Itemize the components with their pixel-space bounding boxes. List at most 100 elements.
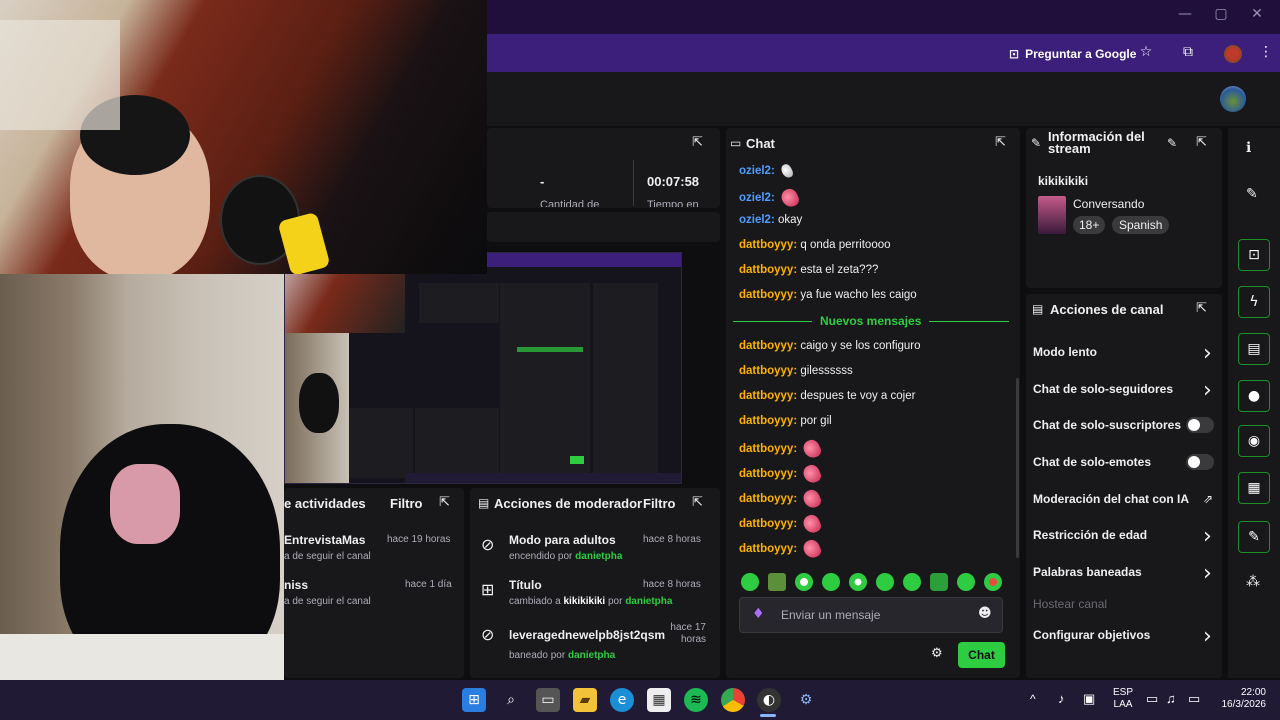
chevron-up-icon[interactable]: ^ xyxy=(1030,692,1036,706)
profile-avatar[interactable] xyxy=(1224,45,1242,63)
chat-emote[interactable] xyxy=(801,537,824,561)
channel-action-label[interactable]: Restricción de edad xyxy=(1033,528,1147,542)
toggle-switch[interactable] xyxy=(1186,417,1214,433)
chat-emote[interactable] xyxy=(801,487,824,511)
chat-emote[interactable] xyxy=(801,437,824,461)
chat-username[interactable]: dattboyyy: xyxy=(739,340,797,352)
activity-user-name[interactable]: niss xyxy=(284,578,308,592)
moderator-name[interactable]: danietpha xyxy=(568,650,615,661)
chevron-right-icon[interactable]: › xyxy=(1203,624,1212,649)
channel-action-label[interactable]: Chat de solo-suscriptores xyxy=(1033,418,1181,432)
settings-gear-icon[interactable]: ⚙ xyxy=(794,688,818,712)
quick-emote[interactable] xyxy=(903,573,921,591)
quick-emote[interactable] xyxy=(930,573,948,591)
settings-gear-icon[interactable]: ⚙ xyxy=(931,646,943,661)
chat-username[interactable]: dattboyyy: xyxy=(739,239,797,251)
channel-action-label[interactable]: Chat de solo-seguidores xyxy=(1033,382,1173,396)
external-link-icon[interactable]: ⇗ xyxy=(1203,492,1213,506)
minimize-icon[interactable]: — xyxy=(1170,6,1200,26)
quick-emote[interactable] xyxy=(768,573,786,591)
chevron-right-icon[interactable]: › xyxy=(1203,524,1212,549)
popout-icon[interactable]: ⇱ xyxy=(1196,301,1207,316)
maximize-icon[interactable]: ▢ xyxy=(1206,6,1236,26)
user-avatar[interactable] xyxy=(1220,86,1246,112)
popout-icon[interactable]: ⇱ xyxy=(439,495,450,510)
chat-emote[interactable] xyxy=(801,462,824,486)
microphone-icon[interactable]: ♪ xyxy=(1058,691,1065,706)
mod-action-title[interactable]: leveragednewelpb8jst2qsm xyxy=(509,628,665,642)
stream-category[interactable]: Conversando xyxy=(1073,197,1144,211)
lightning-icon[interactable]: ϟ xyxy=(1238,286,1270,318)
moderator-name[interactable]: danietpha xyxy=(625,596,672,607)
info-icon[interactable]: ℹ xyxy=(1246,140,1251,156)
edit-pencil-icon[interactable]: ✎ xyxy=(1167,136,1177,150)
chat-username[interactable]: dattboyyy: xyxy=(739,390,797,402)
stream-preview[interactable] xyxy=(284,252,682,484)
chevron-right-icon[interactable]: › xyxy=(1203,561,1212,586)
extensions-icon[interactable]: ⧉ xyxy=(1178,44,1198,64)
moderator-name[interactable]: danietpha xyxy=(575,551,622,562)
quick-emote[interactable] xyxy=(795,573,813,591)
chat-username[interactable]: dattboyyy: xyxy=(739,493,797,505)
popout-icon[interactable]: ⇱ xyxy=(692,135,703,150)
pencil-icon[interactable]: ✎ xyxy=(1246,186,1258,202)
browser-menu-icon[interactable]: ⋮ xyxy=(1256,44,1276,64)
chat-username[interactable]: dattboyyy: xyxy=(739,264,797,276)
edge-browser-icon[interactable]: e xyxy=(610,688,634,712)
quick-emote[interactable] xyxy=(984,573,1002,591)
clock[interactable]: 22:00 16/3/2026 xyxy=(1214,687,1267,711)
obs-icon[interactable]: ◐ xyxy=(757,688,781,712)
battery-icon[interactable]: ▭ xyxy=(1188,691,1200,707)
chrome-icon[interactable] xyxy=(721,688,745,712)
send-chat-button[interactable]: Chat xyxy=(958,642,1005,668)
channel-action-label[interactable]: Chat de solo-emotes xyxy=(1033,455,1151,469)
quick-emote[interactable] xyxy=(741,573,759,591)
chat-username[interactable]: dattboyyy: xyxy=(739,518,797,530)
wrench-icon[interactable]: ✎ xyxy=(1238,521,1270,553)
chat-username[interactable]: dattboyyy: xyxy=(739,468,797,480)
channel-action-label[interactable]: Modo lento xyxy=(1033,345,1097,359)
search-icon[interactable]: ⌕ xyxy=(499,688,523,712)
chat-emote[interactable] xyxy=(801,512,824,536)
bookmark-star-icon[interactable]: ☆ xyxy=(1136,44,1156,64)
quick-emote[interactable] xyxy=(876,573,894,591)
chevron-right-icon[interactable]: › xyxy=(1203,341,1212,366)
close-icon[interactable]: ✕ xyxy=(1242,6,1272,26)
clip-icon[interactable]: ⊡ xyxy=(1238,239,1270,271)
popout-icon[interactable]: ⇱ xyxy=(1196,135,1207,150)
channel-action-label[interactable]: Configurar objetivos xyxy=(1033,628,1150,642)
chat-username[interactable]: dattboyyy: xyxy=(739,365,797,377)
chat-username[interactable]: dattboyyy: xyxy=(739,289,797,301)
activity-user-name[interactable]: EntrevistaMas xyxy=(284,533,365,547)
chat-scrollbar[interactable] xyxy=(1016,378,1019,558)
popout-icon[interactable]: ⇱ xyxy=(692,495,703,510)
channel-action-label[interactable]: Palabras baneadas xyxy=(1033,565,1142,579)
quick-emote[interactable] xyxy=(822,573,840,591)
category-box-art[interactable] xyxy=(1038,196,1066,234)
chat-username[interactable]: dattboyyy: xyxy=(739,415,797,427)
chat-username[interactable]: oziel2: xyxy=(739,165,775,177)
chat-username[interactable]: oziel2: xyxy=(739,192,775,204)
tag-pill[interactable]: Spanish xyxy=(1112,216,1170,234)
volume-icon[interactable]: ♫ xyxy=(1166,691,1176,706)
channel-action-label[interactable]: Moderación del chat con IA xyxy=(1033,492,1189,506)
task-view-icon[interactable]: ▭ xyxy=(536,688,560,712)
activity-filter-button[interactable]: Filtro xyxy=(390,496,423,511)
emote-picker-icon[interactable]: ☻ xyxy=(978,606,992,621)
tag-pill[interactable]: 18+ xyxy=(1073,216,1106,234)
chat-bubble-icon[interactable]: ● xyxy=(1238,380,1270,412)
input-language-indicator[interactable]: ESP LAA xyxy=(1113,687,1133,711)
ask-google-button[interactable]: ⊡ Preguntar a Google xyxy=(1003,42,1142,66)
broadcast-icon[interactable]: ◉ xyxy=(1238,425,1270,457)
chat-username[interactable]: oziel2: xyxy=(739,214,775,226)
store-icon[interactable]: ▦ xyxy=(647,688,671,712)
layout-icon[interactable]: ▦ xyxy=(1238,472,1270,504)
quick-emote[interactable] xyxy=(957,573,975,591)
bits-icon[interactable]: ♦ xyxy=(752,606,765,622)
spotify-icon[interactable]: ≋ xyxy=(684,688,708,712)
network-icon[interactable]: ▭ xyxy=(1146,691,1158,707)
display-icon[interactable]: ▣ xyxy=(1083,691,1095,707)
windows-start-icon[interactable]: ⊞ xyxy=(462,688,486,712)
quick-emote[interactable] xyxy=(849,573,867,591)
chat-username[interactable]: dattboyyy: xyxy=(739,543,797,555)
